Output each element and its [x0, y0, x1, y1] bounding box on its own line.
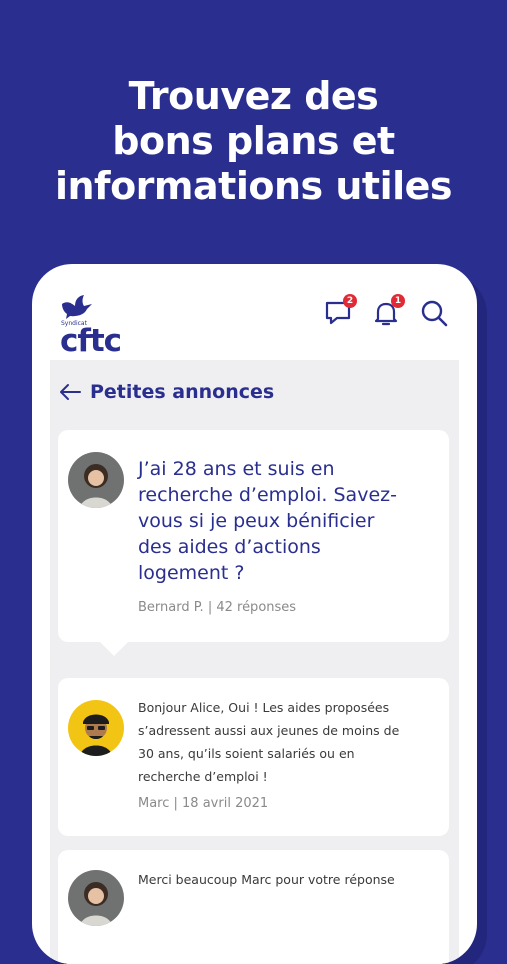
reply-card[interactable]: Merci beaucoup Marc pour votre réponse — [58, 850, 449, 964]
content-area: Petites annonces J’ai 28 ans et suis en … — [50, 360, 459, 964]
question-meta: Bernard P. | 42 réponses — [138, 600, 297, 615]
hero-line-1: Trouvez des — [128, 74, 379, 118]
search-button[interactable] — [419, 298, 449, 328]
avatar — [68, 700, 124, 756]
phone-mockup: Syndicat cftc 2 1 Petites annonces J’ai … — [32, 264, 477, 964]
avatar — [68, 870, 124, 926]
question-line: recherche d’emploi. Savez- — [138, 484, 397, 506]
notifications-badge: 1 — [391, 294, 405, 308]
reply-line: Bonjour Alice, Oui ! Les aides proposées — [138, 700, 390, 715]
reply-line: s’adressent aussi aux jeunes de moins de — [138, 723, 400, 738]
arrow-left-icon[interactable] — [58, 380, 82, 404]
search-icon — [421, 300, 448, 327]
question-line: des aides d’actions — [138, 536, 321, 558]
header-actions: 2 1 — [323, 294, 449, 328]
dove-logo-icon — [62, 295, 92, 319]
hero-line-3: informations utiles — [54, 164, 453, 208]
page-header: Petites annonces — [58, 378, 358, 406]
messages-badge: 2 — [343, 294, 357, 308]
reply-card[interactable]: Bonjour Alice, Oui ! Les aides proposées… — [58, 678, 449, 836]
messages-button[interactable]: 2 — [323, 294, 357, 328]
reply-line: Merci beaucoup Marc pour votre réponse — [138, 872, 395, 887]
logo-wordmark: cftc — [60, 323, 122, 359]
notifications-button[interactable]: 1 — [371, 294, 405, 328]
question-line: vous si je peux bénificier — [138, 510, 375, 532]
question-line: logement ? — [138, 562, 245, 584]
reply-line: recherche d’emploi ! — [138, 769, 268, 784]
hero-headline: Trouvez des bons plans et informations u… — [0, 74, 507, 209]
avatar — [68, 452, 124, 508]
question-card[interactable]: J’ai 28 ans et suis en recherche d’emplo… — [58, 430, 449, 656]
cftc-logo: Syndicat cftc — [60, 294, 140, 364]
reply-text: Merci beaucoup Marc pour votre réponse — [138, 868, 395, 891]
hero-line-2: bons plans et — [112, 119, 395, 163]
reply-line: 30 ans, qu’ils soient salariés ou en — [138, 746, 355, 761]
page-title: Petites annonces — [90, 381, 275, 403]
reply-text: Bonjour Alice, Oui ! Les aides proposées… — [138, 696, 399, 788]
question-text: J’ai 28 ans et suis en recherche d’emplo… — [138, 456, 438, 586]
speech-tail — [100, 642, 128, 656]
reply-meta: Marc | 18 avril 2021 — [138, 796, 269, 811]
question-line: J’ai 28 ans et suis en — [138, 458, 335, 480]
